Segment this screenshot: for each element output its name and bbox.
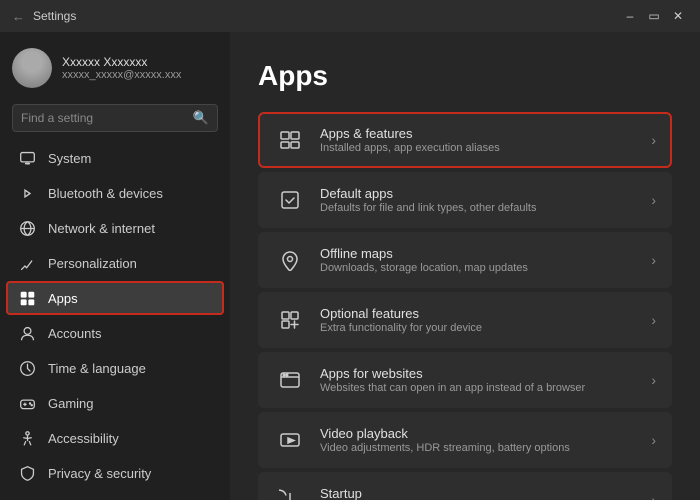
startup-chevron: › [651,492,656,500]
sidebar-item-label-personalization: Personalization [48,256,137,271]
offline-maps-chevron: › [651,252,656,268]
apps-features-desc: Installed apps, app execution aliases [320,142,643,154]
gaming-icon [18,394,36,412]
apps-features-label: Apps & features [320,126,643,141]
setting-item-video-playback[interactable]: Video playbackVideo adjustments, HDR str… [258,412,672,468]
page-title: Apps [258,60,672,92]
default-apps-chevron: › [651,192,656,208]
apps-websites-desc: Websites that can open in an app instead… [320,382,643,394]
offline-maps-icon [274,244,306,276]
maximize-button[interactable]: ▭ [644,6,664,26]
sidebar-item-time[interactable]: Time & language [6,351,224,385]
accounts-icon [18,324,36,342]
default-apps-desc: Defaults for file and link types, other … [320,202,643,214]
video-playback-chevron: › [651,432,656,448]
nav-items-container: System Bluetooth & devices Network & inter… [0,140,230,500]
close-button[interactable]: ✕ [668,6,688,26]
sidebar-item-apps[interactable]: Apps [6,281,224,315]
optional-features-label: Optional features [320,306,643,321]
optional-features-desc: Extra functionality for your device [320,322,643,334]
startup-label: Startup [320,486,643,500]
sidebar-item-label-accounts: Accounts [48,326,101,341]
apps-websites-icon [274,364,306,396]
search-container: 🔍 [0,100,230,140]
setting-item-default-apps[interactable]: Default appsDefaults for file and link t… [258,172,672,228]
sidebar-item-gaming[interactable]: Gaming [6,386,224,420]
search-icon: 🔍 [193,110,209,126]
setting-item-optional-features[interactable]: Optional featuresExtra functionality for… [258,292,672,348]
title-bar-controls: – ▭ ✕ [620,6,688,26]
sidebar-item-accounts[interactable]: Accounts [6,316,224,350]
apps-icon [18,289,36,307]
sidebar-item-personalization[interactable]: Personalization [6,246,224,280]
apps-websites-chevron: › [651,372,656,388]
apps-websites-text: Apps for websitesWebsites that can open … [320,366,643,394]
personalization-icon [18,254,36,272]
sidebar-item-label-bluetooth: Bluetooth & devices [48,186,163,201]
apps-features-text: Apps & featuresInstalled apps, app execu… [320,126,643,154]
title-bar-left: ← Settings [12,9,76,24]
apps-features-icon [274,124,306,156]
sidebar-item-label-apps: Apps [48,291,78,306]
privacy-icon [18,464,36,482]
user-info: Xxxxxx Xxxxxxx xxxxx_xxxxx@xxxxx.xxx [62,55,181,81]
time-icon [18,359,36,377]
setting-item-startup[interactable]: StartupApps that start automatically whe… [258,472,672,500]
user-email: xxxxx_xxxxx@xxxxx.xxx [62,69,181,81]
search-box[interactable]: 🔍 [12,104,218,132]
user-name: Xxxxxx Xxxxxxx [62,55,181,69]
offline-maps-label: Offline maps [320,246,643,261]
video-playback-desc: Video adjustments, HDR streaming, batter… [320,442,643,454]
setting-item-apps-features[interactable]: Apps & featuresInstalled apps, app execu… [258,112,672,168]
offline-maps-desc: Downloads, storage location, map updates [320,262,643,274]
sidebar-item-label-network: Network & internet [48,221,155,236]
apps-websites-label: Apps for websites [320,366,643,381]
avatar [12,48,52,88]
network-icon [18,219,36,237]
offline-maps-text: Offline mapsDownloads, storage location,… [320,246,643,274]
default-apps-text: Default appsDefaults for file and link t… [320,186,643,214]
sidebar-item-label-privacy: Privacy & security [48,466,151,481]
system-icon [18,149,36,167]
user-profile[interactable]: Xxxxxx Xxxxxxx xxxxx_xxxxx@xxxxx.xxx [0,32,230,100]
setting-item-apps-websites[interactable]: Apps for websitesWebsites that can open … [258,352,672,408]
setting-item-offline-maps[interactable]: Offline mapsDownloads, storage location,… [258,232,672,288]
bluetooth-icon [18,184,36,202]
default-apps-icon [274,184,306,216]
sidebar-item-privacy[interactable]: Privacy & security [6,456,224,490]
sidebar-item-label-gaming: Gaming [48,396,94,411]
title-bar-title: Settings [33,9,76,23]
sidebar-item-accessibility[interactable]: Accessibility [6,421,224,455]
settings-list: Apps & featuresInstalled apps, app execu… [258,112,672,500]
accessibility-icon [18,429,36,447]
apps-features-chevron: › [651,132,656,148]
main-layout: Xxxxxx Xxxxxxx xxxxx_xxxxx@xxxxx.xxx 🔍 S… [0,32,700,500]
title-bar: ← Settings – ▭ ✕ [0,0,700,32]
optional-features-icon [274,304,306,336]
default-apps-label: Default apps [320,186,643,201]
sidebar-item-label-accessibility: Accessibility [48,431,119,446]
sidebar-item-bluetooth[interactable]: Bluetooth & devices [6,176,224,210]
video-playback-text: Video playbackVideo adjustments, HDR str… [320,426,643,454]
sidebar-item-label-time: Time & language [48,361,146,376]
video-playback-label: Video playback [320,426,643,441]
optional-features-chevron: › [651,312,656,328]
sidebar-item-update[interactable]: Windows Update [6,491,224,500]
sidebar-item-system[interactable]: System [6,141,224,175]
minimize-button[interactable]: – [620,6,640,26]
sidebar-item-network[interactable]: Network & internet [6,211,224,245]
sidebar-item-label-system: System [48,151,91,166]
startup-text: StartupApps that start automatically whe… [320,486,643,500]
startup-icon [274,484,306,500]
sidebar: Xxxxxx Xxxxxxx xxxxx_xxxxx@xxxxx.xxx 🔍 S… [0,32,230,500]
content-area: Apps Apps & featuresInstalled apps, app … [230,32,700,500]
back-icon[interactable]: ← [12,9,25,24]
video-playback-icon [274,424,306,456]
optional-features-text: Optional featuresExtra functionality for… [320,306,643,334]
search-input[interactable] [21,111,187,125]
